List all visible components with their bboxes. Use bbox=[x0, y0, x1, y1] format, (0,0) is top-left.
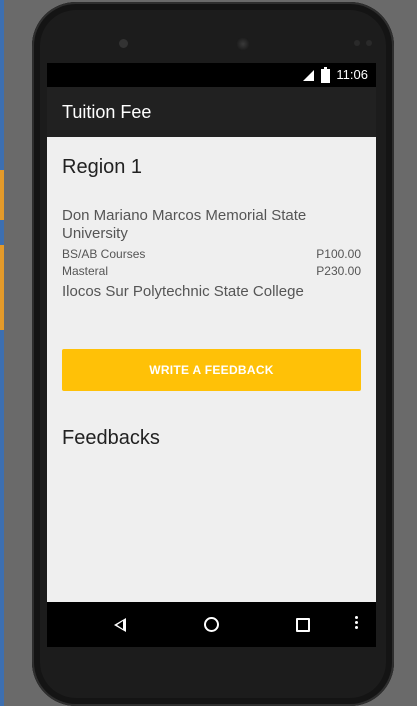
region-title: Region 1 bbox=[62, 156, 143, 178]
back-icon[interactable] bbox=[114, 618, 126, 632]
navigation-bar bbox=[47, 602, 376, 647]
fee-label: Masteral bbox=[62, 264, 109, 278]
fee-amount: P100.00 bbox=[316, 247, 361, 261]
school-name: Ilocos Sur Polytechnic State College bbox=[62, 283, 304, 300]
app-bar: Tuition Fee bbox=[47, 87, 376, 137]
status-bar: 11:06 bbox=[47, 63, 376, 87]
school-name: Don Mariano Marcos Memorial State Univer… bbox=[62, 207, 307, 242]
device-screen: 11:06 Tuition Fee Region 1 Don Mariano M… bbox=[47, 63, 376, 647]
feedbacks-heading: Feedbacks bbox=[62, 427, 160, 449]
write-feedback-button[interactable]: WRITE A FEEDBACK bbox=[62, 349, 361, 391]
earpiece-speaker bbox=[236, 37, 250, 51]
page-title: Tuition Fee bbox=[62, 102, 152, 122]
front-camera bbox=[119, 39, 128, 48]
home-icon[interactable] bbox=[204, 617, 219, 632]
desktop-edge bbox=[0, 0, 4, 706]
desktop-edge-accent bbox=[0, 245, 4, 330]
fee-amount: P230.00 bbox=[316, 264, 361, 278]
fee-label: BS/AB Courses bbox=[62, 247, 146, 261]
signal-icon bbox=[303, 70, 314, 81]
status-time: 11:06 bbox=[336, 67, 368, 82]
proximity-sensor bbox=[354, 40, 360, 46]
battery-icon bbox=[321, 67, 330, 83]
menu-icon[interactable] bbox=[355, 616, 358, 631]
recents-icon[interactable] bbox=[296, 618, 310, 632]
light-sensor bbox=[366, 40, 372, 46]
desktop-edge-accent bbox=[0, 170, 4, 220]
